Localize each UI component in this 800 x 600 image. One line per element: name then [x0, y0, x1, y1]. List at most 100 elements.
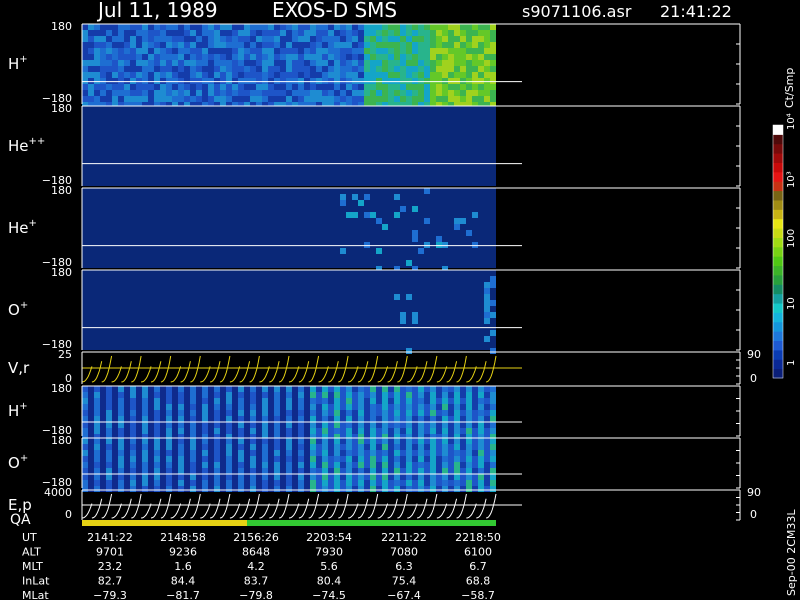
spectrogram-cell — [430, 462, 436, 468]
spectrogram-cell — [142, 36, 148, 42]
spectrogram-cell — [106, 422, 112, 428]
spectrogram-cell — [130, 96, 136, 102]
spectrogram-bg — [82, 188, 496, 268]
spectrogram-cell — [442, 60, 448, 66]
spectrogram-cell — [412, 36, 418, 42]
spectrogram-cell — [244, 450, 250, 456]
spectrogram-cell — [364, 474, 370, 480]
spectrogram-cell — [454, 90, 460, 96]
spectrogram-cell — [88, 444, 94, 450]
spectrogram-cell — [406, 398, 412, 404]
spectrogram-cell — [220, 30, 226, 36]
spectrogram-cell — [274, 438, 280, 444]
spectrogram-cell — [490, 416, 496, 422]
spectrogram-cell — [328, 450, 334, 456]
spectrogram-cell — [238, 398, 244, 404]
spectrogram-cell — [328, 392, 334, 398]
spectrogram-cell — [172, 96, 178, 102]
spectrogram-cell — [226, 42, 232, 48]
spectrogram-cell — [232, 78, 238, 84]
spectrogram-cell — [424, 392, 430, 398]
spectrogram-cell — [220, 422, 226, 428]
spectrogram-cell — [310, 78, 316, 84]
spectrogram-cell — [244, 72, 250, 78]
colorbar-swatch — [773, 143, 783, 154]
spectrogram-cell — [118, 78, 124, 84]
spectrogram-cell — [406, 428, 412, 434]
spectrogram-cell — [304, 438, 310, 444]
axis-top-value: 180 — [51, 266, 72, 279]
spectrogram-cell — [364, 60, 370, 66]
spectrogram-cell — [442, 242, 448, 248]
spectrogram-cell — [448, 404, 454, 410]
spectrogram-cell — [202, 72, 208, 78]
spectrogram-cell — [472, 84, 478, 90]
spectrogram-cell — [112, 54, 118, 60]
spectrogram-cell — [268, 30, 274, 36]
spectrogram-cell — [304, 96, 310, 102]
spectrogram-cell — [274, 480, 280, 486]
spectrogram-cell — [358, 386, 364, 392]
spectrogram-cell — [490, 312, 496, 318]
spectrogram-cell — [214, 410, 220, 416]
ephemeris-cell: −79.8 — [239, 589, 273, 600]
colorbar-swatch — [773, 312, 783, 323]
spectrogram-cell — [244, 54, 250, 60]
spectrogram-cell — [478, 24, 484, 30]
spectrogram-cell — [460, 78, 466, 84]
spectrogram-cell — [460, 416, 466, 422]
spectrogram-cell — [478, 474, 484, 480]
spectrogram-cell — [118, 90, 124, 96]
spectrogram-cell — [418, 444, 424, 450]
spectrogram-cell — [178, 392, 184, 398]
spectrogram-cell — [346, 60, 352, 66]
spectrogram-cell — [280, 72, 286, 78]
spectrogram-cell — [412, 438, 418, 444]
spectrogram-cell — [238, 36, 244, 42]
spectrogram-cell — [100, 90, 106, 96]
spectrogram-cell — [106, 392, 112, 398]
spectrogram-cell — [328, 48, 334, 54]
spectrogram-cell — [88, 24, 94, 30]
ephemeris-cell: 6100 — [464, 546, 492, 559]
spectrogram-cell — [118, 48, 124, 54]
spectrogram-cell — [412, 236, 418, 242]
spectrogram-cell — [244, 486, 250, 492]
spectrogram-cell — [172, 398, 178, 404]
spectrogram-cell — [406, 90, 412, 96]
spectrogram-cell — [178, 416, 184, 422]
spectrogram-cell — [484, 422, 490, 428]
spectrogram-cell — [298, 84, 304, 90]
spectrogram-cell — [184, 462, 190, 468]
spectrogram-cell — [418, 392, 424, 398]
spectrogram-cell — [106, 428, 112, 434]
spectrogram-cell — [88, 386, 94, 392]
spectrogram-cell — [256, 444, 262, 450]
spectrogram-cell — [400, 96, 406, 102]
spectrogram-cell — [340, 398, 346, 404]
spectrogram-cell — [478, 60, 484, 66]
spectrogram-cell — [472, 480, 478, 486]
spectrogram-cell — [268, 486, 274, 492]
spectrogram-cell — [484, 474, 490, 480]
spectrogram-cell — [148, 468, 154, 474]
spectrogram-cell — [196, 66, 202, 72]
spectrogram-cell — [220, 486, 226, 492]
spectrogram-cell — [370, 404, 376, 410]
spectrogram-cell — [352, 438, 358, 444]
ephemeris-cell: 2141:22 — [87, 531, 133, 544]
spectrogram-cell — [196, 428, 202, 434]
spectrogram-cell — [214, 36, 220, 42]
spectrogram-cell — [322, 404, 328, 410]
spectrogram-cell — [190, 404, 196, 410]
spectrogram-cell — [472, 36, 478, 42]
spectrogram-cell — [466, 398, 472, 404]
spectrogram-cell — [94, 468, 100, 474]
spectrogram-cell — [250, 30, 256, 36]
spectrogram-cell — [196, 30, 202, 36]
spectrogram-cell — [388, 416, 394, 422]
spectrogram-cell — [244, 24, 250, 30]
spectrogram-cell — [478, 84, 484, 90]
spectrogram-cell — [274, 36, 280, 42]
spectrogram-cell — [436, 24, 442, 30]
